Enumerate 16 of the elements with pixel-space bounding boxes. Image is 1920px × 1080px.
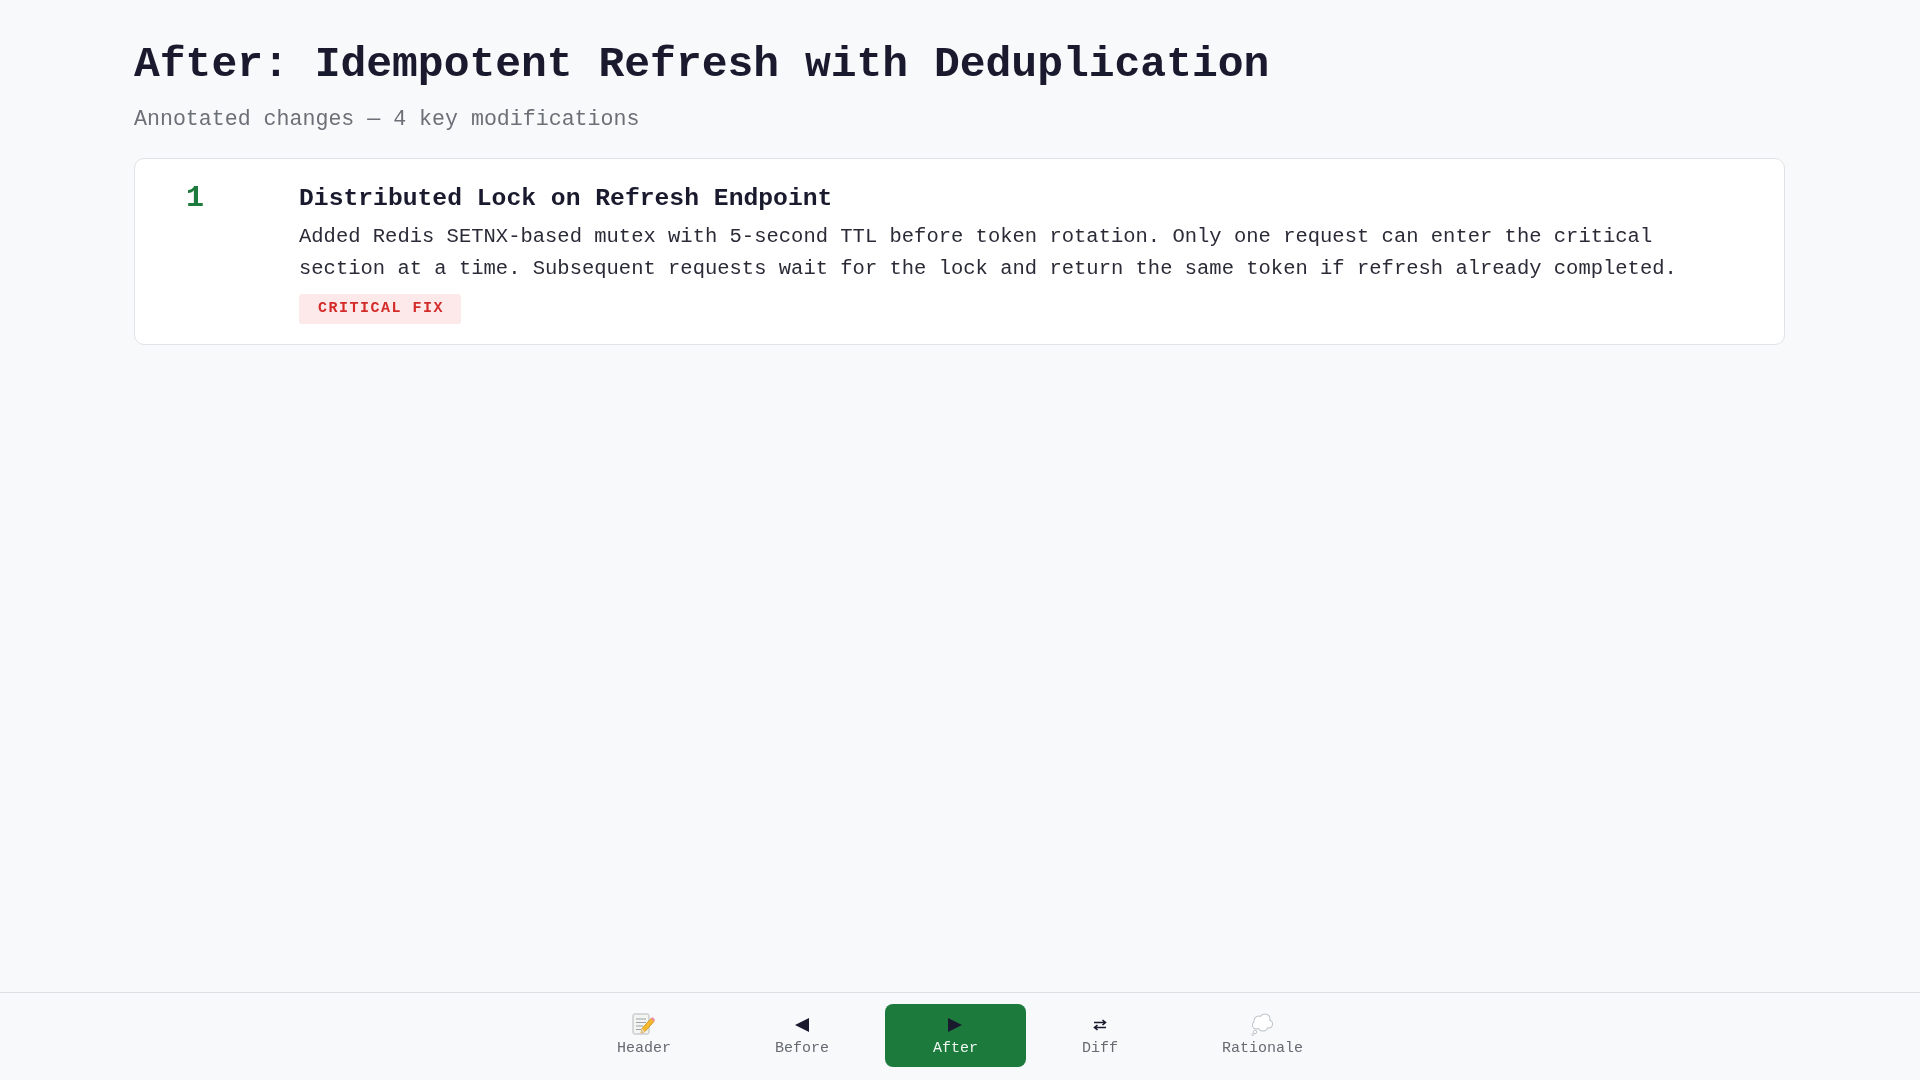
page-title: After: Idempotent Refresh with Deduplication [134, 39, 1271, 91]
nav-tab[interactable]: Header [568, 1004, 719, 1067]
page-subtitle: Annotated changes — 4 key modifications [134, 106, 641, 132]
nav-tab[interactable]: After [885, 1004, 1026, 1067]
severity-tag: CRITICAL FIX [299, 294, 462, 324]
change-description: Added Redis SETNX-based mutex with 5-second TTL before token rotation. Only one request can enter the critical section at a time. Subsequent requests wait for the lock and return the same token if refresh already completed. [299, 224, 1678, 282]
right-triangle-icon [948, 1017, 963, 1032]
left-triangle-icon [794, 1017, 809, 1032]
change-title: Distributed Lock on Refresh Endpoint [299, 183, 833, 213]
nav-tab[interactable]: Rationale [1174, 1004, 1352, 1067]
nav-tab[interactable]: Before [726, 1004, 877, 1067]
nav-tab[interactable]: Diff [1034, 1004, 1166, 1067]
swap-arrows-icon [1093, 1018, 1107, 1031]
thought-bubble-icon [1251, 1013, 1274, 1036]
memo-pencil-icon [632, 1013, 656, 1036]
change-number: 1 [186, 183, 204, 213]
